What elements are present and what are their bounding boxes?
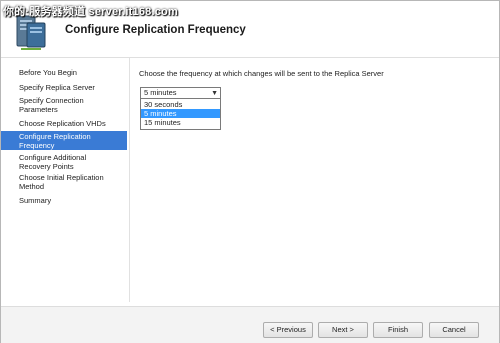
finish-button[interactable]: Finish (373, 322, 423, 338)
main-content: Choose the frequency at which changes wi… (130, 58, 499, 306)
page-title: Configure Replication Frequency (65, 24, 246, 36)
sidebar-item-specify-replica-server[interactable]: Specify Replica Server (1, 83, 127, 92)
cancel-button[interactable]: Cancel (429, 322, 479, 338)
wizard-steps-sidebar: Before You Begin Specify Replica Server … (1, 58, 129, 306)
sidebar-item-summary[interactable]: Summary (1, 196, 127, 205)
watermark-text: 你的·服务器频道 server.it168.com (3, 6, 178, 18)
frequency-option-15-minutes[interactable]: 15 minutes (141, 118, 220, 127)
sidebar-item-configure-replication-frequency[interactable]: Configure Replication Frequency (1, 131, 127, 150)
sidebar-item-choose-initial-replication-method[interactable]: Choose Initial Replication Method (1, 173, 127, 191)
chevron-down-icon[interactable]: ▼ (211, 89, 218, 99)
sidebar-item-specify-connection-parameters[interactable]: Specify Connection Parameters (1, 96, 127, 114)
frequency-select[interactable]: 5 minutes ▼ (140, 87, 221, 99)
frequency-instruction: Choose the frequency at which changes wi… (139, 69, 384, 78)
next-button[interactable]: Next > (318, 322, 368, 338)
frequency-option-30-seconds[interactable]: 30 seconds (141, 100, 220, 109)
frequency-dropdown-list: 30 seconds 5 minutes 15 minutes (140, 99, 221, 130)
frequency-option-5-minutes[interactable]: 5 minutes (141, 109, 220, 118)
sidebar-item-before-you-begin[interactable]: Before You Begin (1, 68, 127, 77)
sidebar-item-choose-replication-vhds[interactable]: Choose Replication VHDs (1, 119, 127, 128)
previous-button[interactable]: < Previous (263, 322, 313, 338)
wizard-footer: < Previous Next > Finish Cancel (1, 306, 499, 343)
frequency-select-value: 5 minutes (144, 88, 177, 97)
sidebar-item-configure-additional-recovery-points[interactable]: Configure Additional Recovery Points (1, 153, 127, 171)
wizard-window: Configure Replication Frequency 你的·服务器频道… (0, 0, 500, 343)
